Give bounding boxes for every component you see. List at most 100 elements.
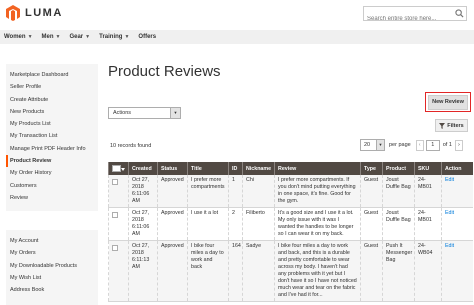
sidebar-item-my-order-history[interactable]: My Order History: [6, 167, 98, 179]
cell-id: 1: [228, 175, 243, 208]
new-review-button[interactable]: New Review: [428, 94, 468, 110]
chevron-down-icon: ▼: [124, 34, 130, 40]
edit-link[interactable]: Edit: [445, 210, 454, 216]
column-header-created[interactable]: Created: [128, 162, 158, 175]
sidebar-item-my-account[interactable]: My Account: [6, 235, 98, 247]
previous-page-button[interactable]: ‹: [415, 139, 424, 151]
grid-header-row: Created Status Title ID Nickname Review …: [108, 162, 473, 175]
column-header-title[interactable]: Title: [187, 162, 229, 175]
cell-title: I prefer more compartments: [187, 175, 229, 208]
filters-button[interactable]: Filters: [435, 119, 468, 132]
seller-sidebar: Marketplace Dashboard Seller Profile Cre…: [6, 64, 98, 211]
nav-item-offers[interactable]: Offers: [138, 34, 156, 40]
next-page-button[interactable]: ›: [454, 139, 463, 151]
cell-product: Joust Duffle Bag: [382, 175, 415, 208]
nav-item-label: Women: [4, 34, 26, 40]
cell-review: I bike four miles a day to work and back…: [274, 240, 361, 302]
cell-created: Oct 27, 2018 6:11:06 AM: [128, 175, 158, 208]
actions-dropdown[interactable]: Actions ▼: [108, 107, 181, 119]
mass-select-checkbox[interactable]: [112, 165, 125, 172]
cell-sku: 24-MB01: [414, 207, 442, 241]
cell-review: I prefer more compartments. If you don't…: [274, 175, 361, 208]
luma-logo[interactable]: LUMA: [6, 5, 63, 21]
cell-title: I bike four miles a day to work and back: [187, 240, 229, 302]
edit-link[interactable]: Edit: [445, 177, 454, 183]
column-header-status[interactable]: Status: [157, 162, 188, 175]
page-title: Product Reviews: [108, 63, 221, 80]
search-input[interactable]: [364, 12, 454, 26]
sidebar-item-create-attribute[interactable]: Create Attribute: [6, 94, 98, 106]
cell-type: Guest: [360, 207, 383, 241]
filters-label: Filters: [447, 122, 464, 129]
nav-item-men[interactable]: Men ▼: [42, 34, 61, 40]
cell-type: Guest: [360, 175, 383, 208]
row-checkbox[interactable]: [112, 245, 118, 251]
cell-id: 2: [228, 207, 243, 241]
column-header-action[interactable]: Action: [441, 162, 473, 175]
chevron-down-icon: ▼: [55, 34, 61, 40]
sidebar-item-my-transaction-list[interactable]: My Transaction List: [6, 130, 98, 142]
per-page-select[interactable]: 20 ▼: [360, 139, 385, 151]
row-checkbox[interactable]: [112, 212, 118, 218]
pager: 20 ▼ per page ‹ 1 of 1 ›: [360, 139, 463, 151]
cell-status: Approved: [157, 207, 188, 241]
sidebar-item-review[interactable]: Review: [6, 192, 98, 204]
nav-item-label: Training: [99, 34, 123, 40]
sidebar-item-my-products-list[interactable]: My Products List: [6, 118, 98, 130]
sidebar-item-my-downloadable-products[interactable]: My Downloadable Products: [6, 260, 98, 272]
site-header: LUMA: [0, 0, 474, 28]
cell-product: Push It Messenger Bag: [382, 240, 415, 302]
nav-item-label: Men: [41, 34, 54, 40]
sidebar-item-product-review[interactable]: Product Review: [6, 155, 98, 168]
table-row: Oct 27, 2018 6:11:13 AM Approved I bike …: [108, 240, 473, 302]
sidebar-item-new-products[interactable]: New Products: [6, 106, 98, 118]
nav-item-women[interactable]: Women ▼: [4, 34, 33, 40]
column-header-review[interactable]: Review: [274, 162, 361, 175]
column-header-nickname[interactable]: Nickname: [242, 162, 275, 175]
search-box[interactable]: [363, 6, 467, 26]
records-found: 10 records found: [110, 143, 152, 149]
cell-status: Approved: [157, 240, 188, 302]
column-header-product[interactable]: Product: [382, 162, 415, 175]
row-checkbox[interactable]: [112, 179, 118, 185]
column-header-sku[interactable]: SKU: [414, 162, 442, 175]
page-total: of 1: [442, 142, 452, 148]
sidebar-item-seller-profile[interactable]: Seller Profile: [6, 81, 98, 93]
cell-product: Joust Duffle Bag: [382, 207, 415, 241]
chevron-down-icon: ▼: [170, 108, 180, 118]
sidebar-item-customers[interactable]: Customers: [6, 180, 98, 192]
nav-item-gear[interactable]: Gear ▼: [69, 34, 90, 40]
cell-review: It's a good size and I use it a lot. My …: [274, 207, 361, 241]
sidebar-item-manage-print-pdf[interactable]: Manage Print PDF Header Info: [6, 143, 98, 155]
cell-nickname: Chi: [242, 175, 275, 208]
row-select-cell: [108, 175, 129, 208]
per-page-value: 20: [364, 142, 371, 148]
cell-sku: 24-WB04: [414, 240, 442, 302]
nav-item-training[interactable]: Training ▼: [99, 34, 129, 40]
nav-item-label: Offers: [138, 34, 157, 40]
cell-title: I use it a lot: [187, 207, 229, 241]
mass-action-header[interactable]: [108, 162, 129, 175]
edit-link[interactable]: Edit: [445, 243, 454, 249]
search-icon[interactable]: [455, 9, 464, 18]
sidebar-item-marketplace-dashboard[interactable]: Marketplace Dashboard: [6, 69, 98, 81]
filter-icon: [439, 122, 446, 129]
sidebar-item-my-wish-list[interactable]: My Wish List: [6, 272, 98, 284]
column-header-id[interactable]: ID: [228, 162, 243, 175]
chevron-down-icon: ▼: [27, 34, 33, 40]
column-header-type[interactable]: Type: [360, 162, 383, 175]
reviews-grid: Created Status Title ID Nickname Review …: [108, 162, 473, 302]
sidebar-item-address-book[interactable]: Address Book: [6, 284, 98, 296]
row-select-cell: [108, 207, 129, 241]
page-number-input[interactable]: 1: [425, 139, 440, 151]
cell-created: Oct 27, 2018 6:11:06 AM: [128, 207, 158, 241]
sidebar-item-my-orders[interactable]: My Orders: [6, 247, 98, 259]
cell-nickname: Filiberto: [242, 207, 275, 241]
cell-id: 164: [228, 240, 243, 302]
cell-created: Oct 27, 2018 6:11:13 AM: [128, 240, 158, 302]
new-review-highlight: New Review: [425, 92, 471, 112]
cell-sku: 24-MB01: [414, 175, 442, 208]
main-nav: Women ▼ Men ▼ Gear ▼ Training ▼ Offers: [0, 30, 474, 44]
chevron-down-icon: ▼: [376, 140, 384, 150]
luma-logo-icon: [6, 5, 20, 21]
